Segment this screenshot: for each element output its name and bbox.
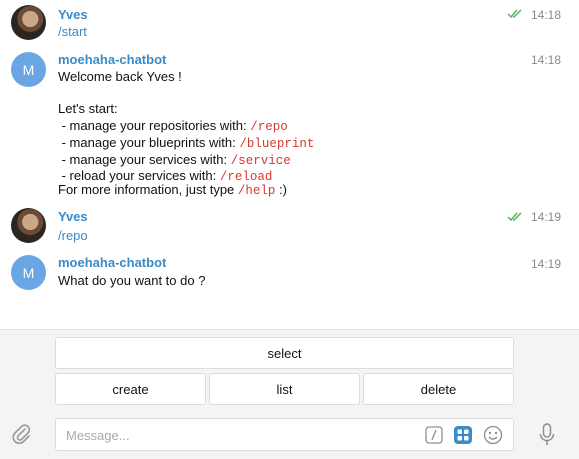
line-text: - manage your blueprints with:: [58, 135, 240, 150]
message-time: 14:18: [530, 53, 561, 67]
sender-name[interactable]: moehaha-chatbot: [58, 52, 166, 67]
sender-name[interactable]: Yves: [58, 7, 88, 22]
message-text[interactable]: /start: [58, 23, 87, 41]
command-blueprint[interactable]: /blueprint: [239, 137, 314, 151]
read-ticks-icon: [507, 9, 522, 19]
attach-icon[interactable]: [11, 423, 33, 447]
message-input[interactable]: [66, 425, 406, 445]
message-input-box[interactable]: [55, 418, 514, 451]
line-text: :): [275, 182, 287, 197]
emoji-icon[interactable]: [483, 425, 503, 445]
command-help[interactable]: /help: [238, 184, 276, 198]
keyboard-button-delete[interactable]: delete: [363, 373, 514, 405]
message-line: For more information, just type /help :): [58, 181, 287, 200]
keyboard-button-create[interactable]: create: [55, 373, 206, 405]
sender-name[interactable]: moehaha-chatbot: [58, 255, 166, 270]
message-line: Welcome back Yves !: [58, 69, 182, 84]
line-text: - manage your services with:: [58, 152, 231, 167]
keyboard-button-list[interactable]: list: [209, 373, 360, 405]
message-time: 14:19: [530, 210, 561, 224]
keyboard-toggle-icon[interactable]: [453, 425, 473, 445]
avatar[interactable]: M: [11, 52, 46, 87]
message-time: 14:19: [530, 257, 561, 271]
command-service[interactable]: /service: [231, 154, 291, 168]
avatar[interactable]: [11, 208, 46, 243]
keyboard-button-select[interactable]: select: [55, 337, 514, 369]
message-line: Let's start:: [58, 101, 118, 116]
read-ticks-icon: [507, 212, 522, 222]
command-repo[interactable]: /repo: [250, 120, 288, 134]
avatar[interactable]: M: [11, 255, 46, 290]
avatar[interactable]: [11, 5, 46, 40]
message-text[interactable]: /repo: [58, 227, 88, 245]
line-text: - manage your repositories with:: [58, 118, 251, 133]
message-time: 14:18: [530, 8, 561, 22]
sender-name[interactable]: Yves: [58, 209, 88, 224]
bot-commands-icon[interactable]: [425, 426, 443, 444]
message-text: What do you want to do ?: [58, 273, 206, 288]
microphone-icon[interactable]: [537, 422, 557, 448]
line-text: For more information, just type: [58, 182, 238, 197]
